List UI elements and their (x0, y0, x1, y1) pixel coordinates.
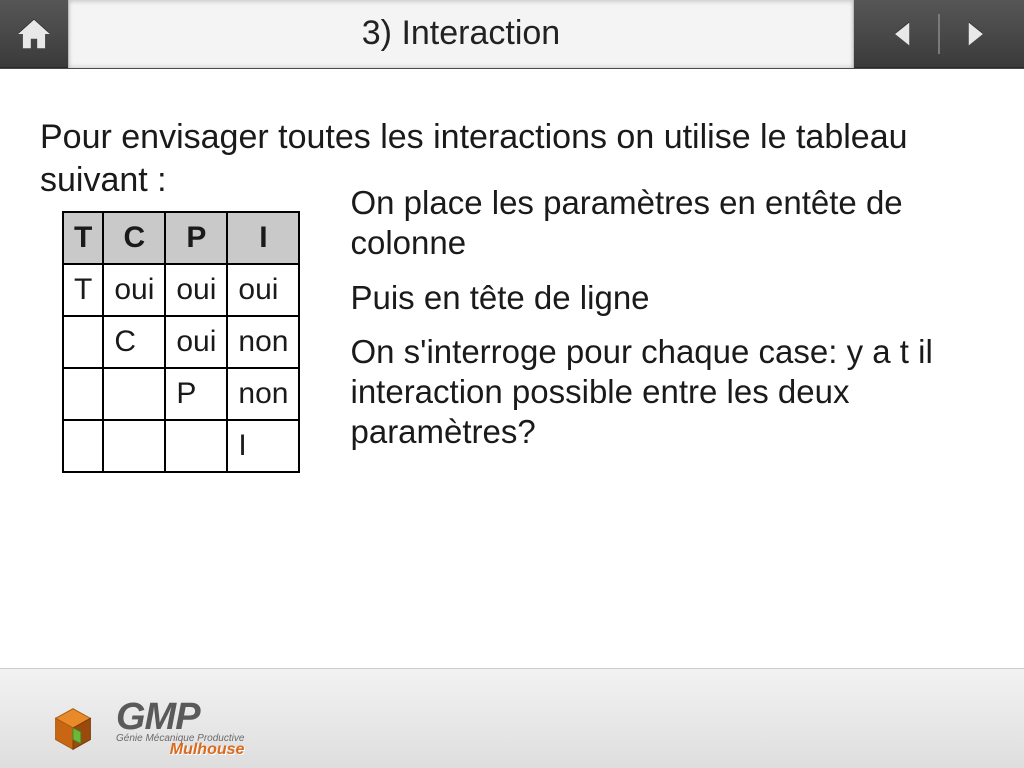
cell (103, 368, 165, 420)
th-3: I (227, 212, 299, 264)
nav-arrows (854, 0, 1024, 68)
slide-title: 3) Interaction (68, 0, 854, 68)
explain-p2: Puis en tête de ligne (350, 278, 984, 318)
th-1: C (103, 212, 165, 264)
prev-button[interactable] (882, 11, 928, 57)
cell: I (227, 420, 299, 472)
cell: oui (227, 264, 299, 316)
slide-content: Pour envisager toutes les interactions o… (0, 78, 1024, 668)
cell (103, 420, 165, 472)
cell: non (227, 316, 299, 368)
logo-city: Mulhouse (116, 742, 244, 758)
nav-divider (938, 14, 940, 54)
top-bar: 3) Interaction (0, 0, 1024, 68)
table-row: P non (63, 368, 299, 420)
logo-name: GMP (116, 698, 244, 736)
row-label (63, 368, 103, 420)
explanation: On place les paramètres en entête de col… (350, 183, 984, 467)
cell: oui (103, 264, 165, 316)
th-0: T (63, 212, 103, 264)
row-label (63, 316, 103, 368)
explain-p1: On place les paramètres en entête de col… (350, 183, 984, 264)
table-wrap: T C P I T oui oui oui C oui non (40, 205, 300, 473)
table-row: I (63, 420, 299, 472)
next-button[interactable] (950, 11, 996, 57)
table-header-row: T C P I (63, 212, 299, 264)
table-row: T oui oui oui (63, 264, 299, 316)
cube-icon (44, 699, 102, 757)
cell (165, 420, 227, 472)
cell: oui (165, 264, 227, 316)
cell: non (227, 368, 299, 420)
interaction-table: T C P I T oui oui oui C oui non (62, 211, 300, 473)
footer: GMP Génie Mécanique Productive Mulhouse (0, 668, 1024, 768)
cell: C (103, 316, 165, 368)
table-row: C oui non (63, 316, 299, 368)
cell: P (165, 368, 227, 420)
home-icon[interactable] (0, 0, 68, 68)
logo: GMP Génie Mécanique Productive Mulhouse (44, 698, 244, 758)
slide-title-text: 3) Interaction (362, 14, 560, 53)
logo-text: GMP Génie Mécanique Productive Mulhouse (116, 698, 244, 758)
explain-p3: On s'interroge pour chaque case: y a t i… (350, 332, 984, 453)
cell: oui (165, 316, 227, 368)
row-label: T (63, 264, 103, 316)
th-2: P (165, 212, 227, 264)
row-label (63, 420, 103, 472)
